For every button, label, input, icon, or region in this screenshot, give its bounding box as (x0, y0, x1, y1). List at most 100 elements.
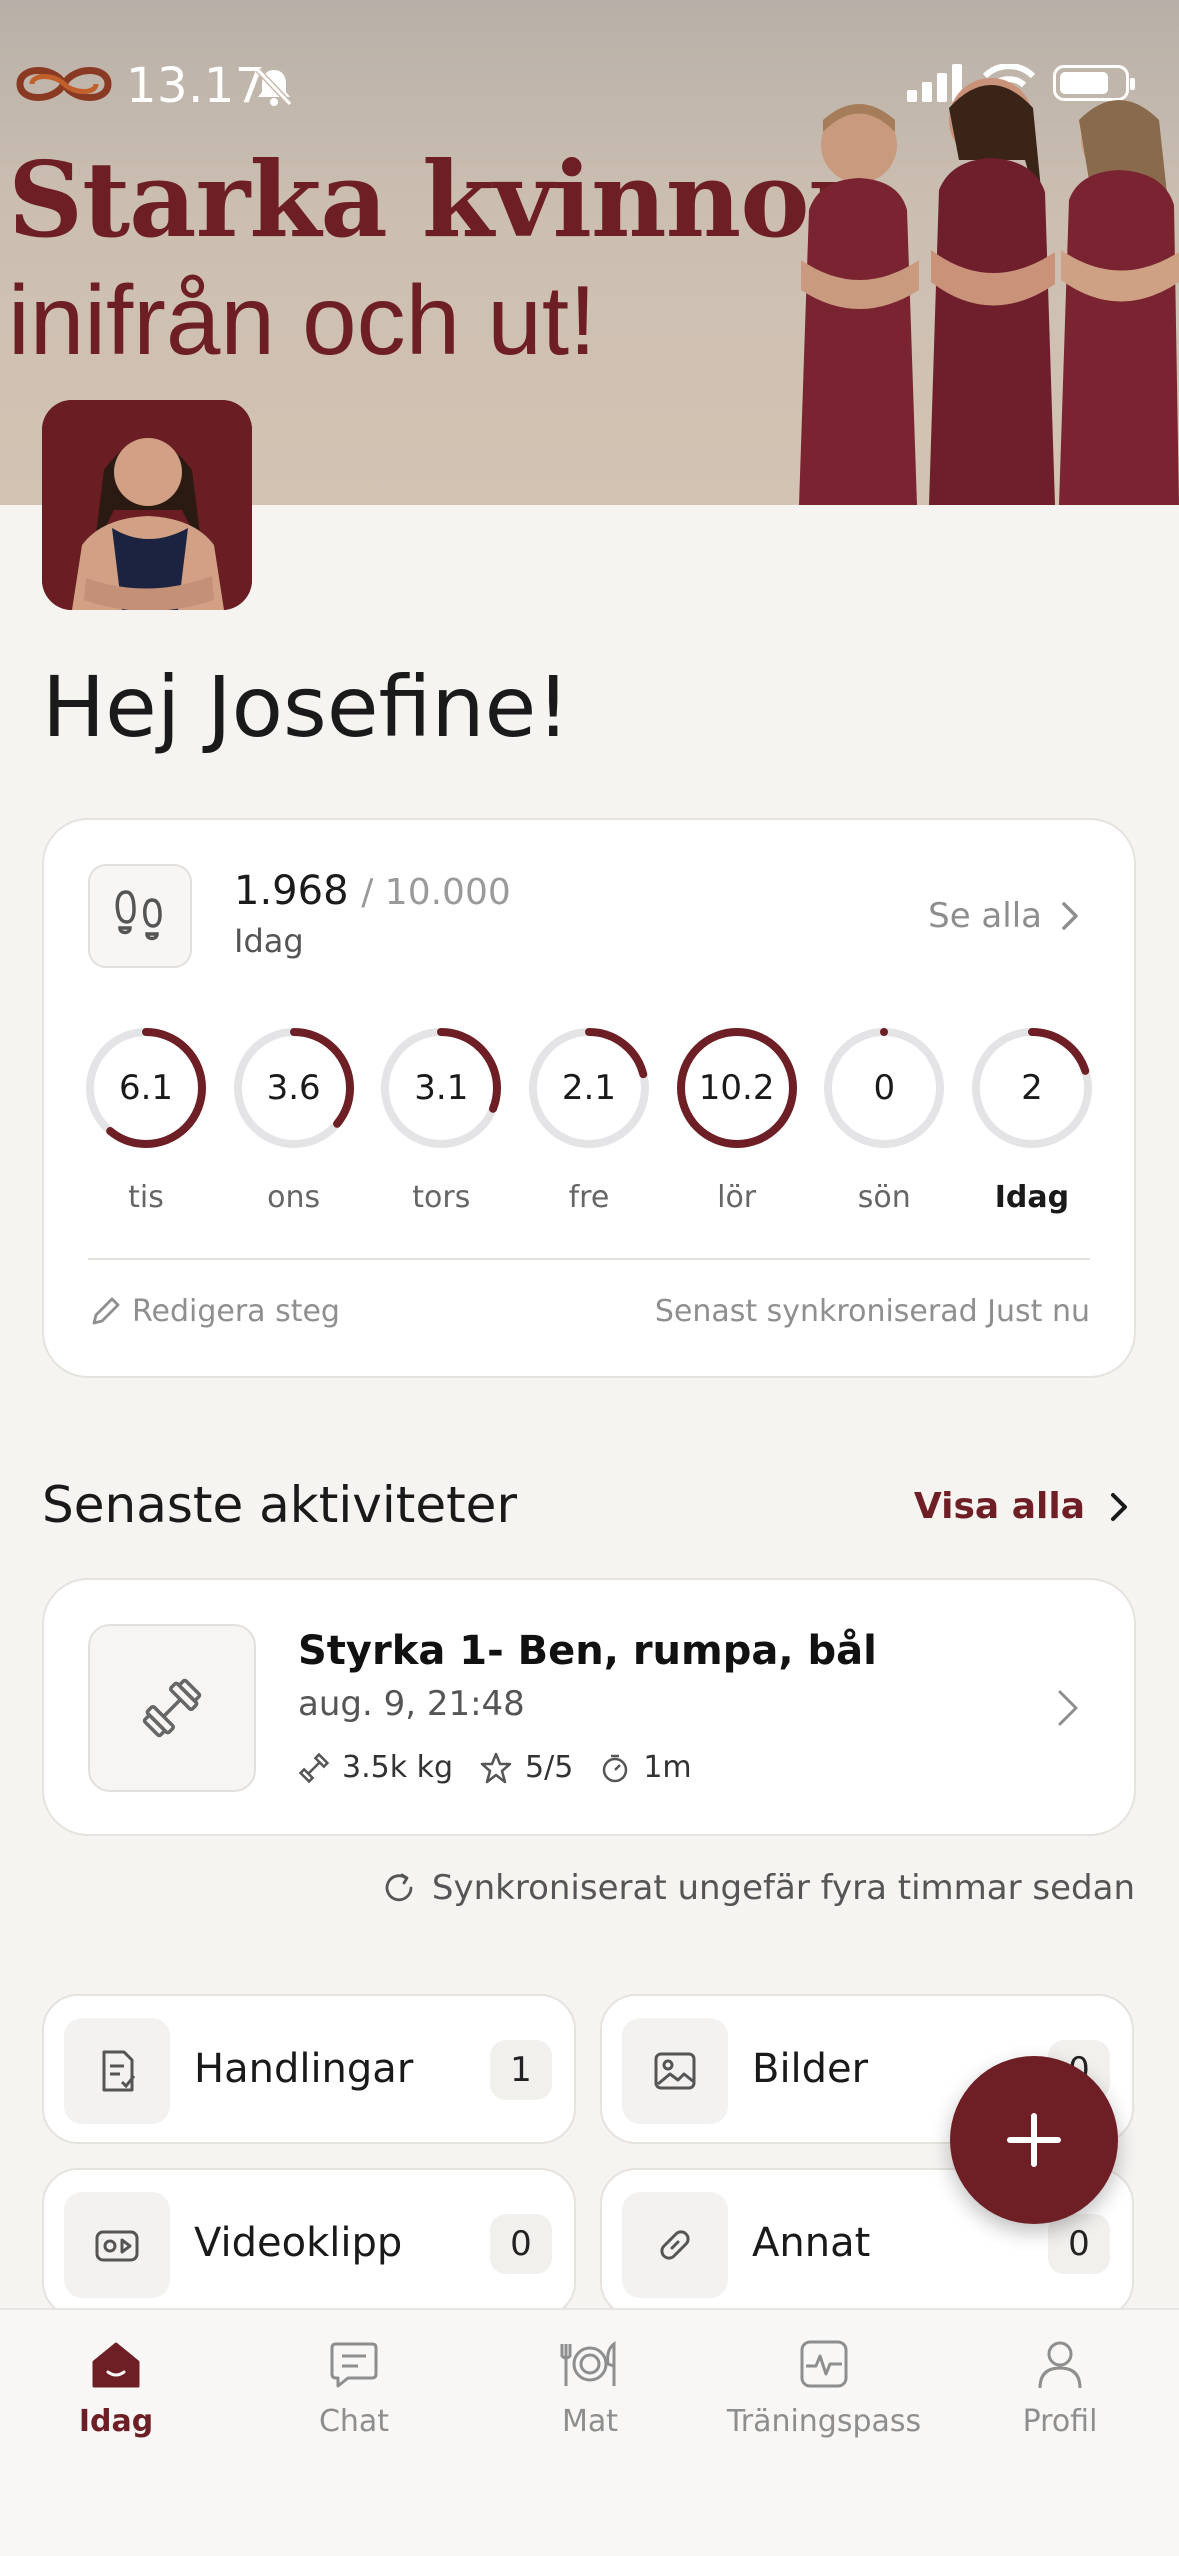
nav-chat[interactable]: Chat (244, 2336, 464, 2439)
day-steps-2[interactable]: 3.1 tors (379, 1026, 503, 1215)
day-label: lör (717, 1180, 757, 1215)
banner-subtitle: inifrån och ut! (8, 265, 597, 375)
activity-title: Styrka 1- Ben, rumpa, bål (298, 1628, 877, 1674)
nav-idag[interactable]: Idag (6, 2336, 226, 2439)
link-icon (660, 2230, 690, 2260)
video-icon-box (64, 2192, 170, 2298)
day-label: tors (412, 1180, 471, 1215)
progress-ring: 0 (822, 1026, 946, 1150)
footsteps-icon (115, 890, 162, 941)
see-all-label: Se alla (928, 896, 1042, 936)
sync-status-label: Synkroniserat ungefär fyra timmar sedan (431, 1868, 1135, 1908)
activity-weight: 3.5k kg (342, 1750, 454, 1785)
banner-title: Starka kvinnor (8, 138, 863, 261)
app-logo-icon (16, 67, 112, 101)
day-steps-5[interactable]: 0 sön (822, 1026, 946, 1215)
nav-label: Mat (561, 2404, 619, 2439)
edit-steps-label: Redigera steg (132, 1294, 340, 1329)
day-steps-value: 2 (1021, 1068, 1043, 1108)
nav-label: Idag (78, 2404, 154, 2439)
day-steps-0[interactable]: 6.1 tis (84, 1026, 208, 1215)
see-all-link[interactable]: Se alla (928, 896, 1080, 936)
team-photo (799, 78, 1179, 505)
day-steps-value: 2.1 (561, 1068, 616, 1108)
tile-label: Annat (752, 2220, 871, 2266)
tile-count: 0 (490, 2214, 552, 2274)
tile-count: 1 (490, 2040, 552, 2100)
steps-count: 1.968 / 10.000 (234, 868, 511, 914)
progress-ring: 6.1 (84, 1026, 208, 1150)
day-label: sön (857, 1180, 911, 1215)
tile-label: Bilder (752, 2046, 869, 2092)
activity-rating: 5/5 (525, 1750, 574, 1785)
day-steps-3[interactable]: 2.1 fre (527, 1026, 651, 1215)
tile-handlingar[interactable]: Handlingar 1 (42, 1994, 576, 2144)
greeting: Hej Josefine! (42, 658, 570, 756)
chevron-right-icon (1111, 1492, 1127, 1521)
nav-label: Profil (1022, 2404, 1098, 2439)
progress-ring: 3.6 (232, 1026, 356, 1150)
view-all-link[interactable]: Visa alla (914, 1486, 1129, 1527)
steps-card[interactable]: 1.968 / 10.000 Idag Se alla 6.1 tis 3.6 ons… (42, 818, 1136, 1378)
progress-ring: 3.1 (379, 1026, 503, 1150)
day-label: ons (267, 1180, 321, 1215)
pencil-icon (92, 1297, 120, 1324)
nav-label: Chat (318, 2404, 390, 2439)
silent-bell-icon (255, 67, 293, 107)
recent-activities-title: Senaste aktiviteter (42, 1476, 517, 1534)
day-steps-4[interactable]: 10.2 lör (675, 1026, 799, 1215)
image-icon (654, 2052, 696, 2090)
status-time: 13.17 (126, 58, 266, 114)
progress-ring: 2 (970, 1026, 1094, 1150)
edit-steps-button[interactable]: Redigera steg (88, 1294, 340, 1329)
divider (88, 1258, 1090, 1260)
nav-traningspass[interactable]: Träningspass (714, 2336, 934, 2439)
day-label: tis (128, 1180, 164, 1215)
nav-mat[interactable]: Mat (480, 2336, 700, 2439)
home-icon (92, 2342, 140, 2388)
profile-icon (1038, 2341, 1082, 2389)
day-steps-value: 6.1 (118, 1068, 174, 1108)
view-all-label: Visa alla (913, 1486, 1085, 1527)
timer-icon (603, 1754, 628, 1782)
bottom-nav: Idag Chat Mat Träningspass Profil (0, 2308, 1179, 2556)
tile-videoklipp[interactable]: Videoklipp 0 (42, 2168, 576, 2318)
chat-icon (330, 2342, 378, 2388)
document-icon-box (64, 2018, 170, 2124)
dumbbell-icon (298, 1752, 330, 1783)
tile-label: Handlingar (194, 2046, 414, 2092)
workout-icon-box (88, 1624, 256, 1792)
activity-duration: 1m (643, 1750, 692, 1785)
avatar[interactable] (42, 400, 252, 610)
day-steps-6[interactable]: 2 Idag (970, 1026, 1094, 1215)
tile-label: Videoklipp (194, 2220, 403, 2266)
steps-count-value: 1.968 (234, 868, 349, 914)
chevron-right-icon (1062, 902, 1078, 930)
video-icon (95, 2230, 139, 2262)
star-icon (480, 1752, 512, 1783)
day-label: Idag (994, 1180, 1070, 1215)
day-steps-value: 3.1 (414, 1068, 469, 1108)
activity-card[interactable]: Styrka 1- Ben, rumpa, bål aug. 9, 21:48 … (42, 1578, 1136, 1836)
dumbbell-icon (142, 1678, 202, 1738)
day-label: fre (568, 1180, 610, 1215)
chevron-right-icon (1058, 1690, 1078, 1726)
steps-icon-box (88, 864, 192, 968)
activity-meta: 3.5k kg 5/5 1m (298, 1750, 692, 1785)
link-icon-box (622, 2192, 728, 2298)
refresh-icon (385, 1873, 413, 1902)
day-steps-1[interactable]: 3.6 ons (232, 1026, 356, 1215)
weekly-steps-rings: 6.1 tis 3.6 ons 3.1 tors 2.1 fre 10.2 lör 0 sön 2 Ida… (84, 1026, 1094, 1215)
sync-status: Synkroniserat ungefär fyra timmar sedan (380, 1868, 1135, 1908)
avatar-photo (42, 400, 252, 610)
nav-profil[interactable]: Profil (950, 2336, 1170, 2439)
add-button[interactable] (950, 2056, 1118, 2224)
plus-icon (1007, 2113, 1061, 2167)
last-synced: Senast synkroniserad Just nu (654, 1294, 1090, 1329)
day-steps-value: 10.2 (698, 1068, 775, 1108)
progress-ring: 2.1 (527, 1026, 651, 1150)
tile-count: 0 (1048, 2214, 1110, 2274)
activity-icon (800, 2340, 848, 2388)
food-icon (560, 2340, 616, 2386)
day-steps-value: 3.6 (266, 1068, 321, 1108)
